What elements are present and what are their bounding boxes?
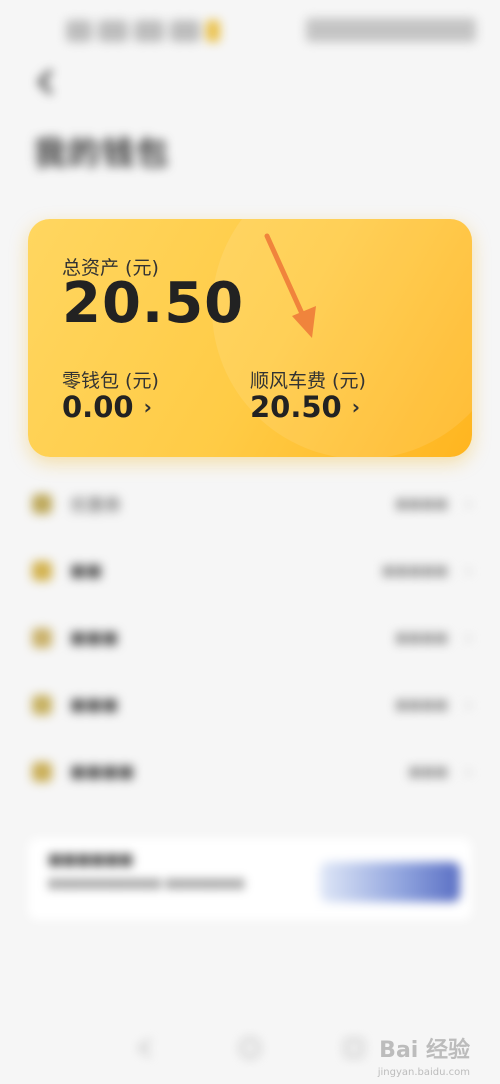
coupon-icon (32, 493, 52, 514)
list-item-label: ■■ (70, 560, 103, 581)
nav-home-icon[interactable] (238, 1036, 262, 1060)
chevron-right-icon: › (351, 395, 360, 419)
total-assets-value: 20.50 (62, 271, 245, 336)
wallet-menu-list: 优惠券 ■■■■ › ■■ ■■■■■ › ■■■ ■■■■ › ■■■ ■■■… (0, 470, 500, 805)
nav-recents-icon[interactable] (342, 1036, 366, 1060)
chevron-right-icon: › (465, 762, 472, 781)
list-item-value: ■■■■ (395, 495, 448, 512)
notification-icon (206, 20, 220, 42)
ride-fee-button[interactable]: 20.50 › (250, 390, 360, 424)
page-title: 我的钱包 (34, 134, 171, 172)
status-right-info (306, 18, 476, 42)
list-item-label: ■■■ (70, 627, 119, 648)
status-left-icons (66, 18, 226, 44)
list-item[interactable]: ■■■ ■■■■ › (0, 671, 500, 738)
list-item[interactable]: ■■■ ■■■■ › (0, 604, 500, 671)
watermark-logo: Bai 经验 (379, 1038, 470, 1063)
list-item-label: ■■■ (70, 694, 119, 715)
chevron-right-icon: › (465, 695, 472, 714)
list-item-label: 优惠券 (70, 496, 121, 516)
banner-subtitle: ■■■■■■■■■■ ■■■■■■■ (48, 876, 245, 890)
asset-card: 总资产 (元) 20.50 零钱包 (元) 0.00 › 顺风车费 (元) 20… (28, 219, 472, 457)
list-item[interactable]: ■■■■ ■■■ › (0, 738, 500, 805)
list-item-value: ■■■■ (395, 696, 448, 713)
card-icon (32, 627, 52, 648)
signal-icon (98, 20, 128, 42)
list-item[interactable]: ■■ ■■■■■ › (0, 537, 500, 604)
ride-fee-value: 20.50 (250, 390, 342, 424)
chevron-right-icon: › (465, 561, 472, 580)
gift-icon (32, 694, 52, 715)
chevron-right-icon: › (465, 628, 472, 647)
status-bar (0, 0, 500, 60)
wallet-balance-value: 0.00 (62, 390, 134, 424)
list-item-label: ■■■■ (70, 761, 135, 782)
signal-icon (66, 20, 92, 42)
list-item-value: ■■■■■ (381, 562, 448, 579)
ride-fee-label: 顺风车费 (元) (250, 370, 366, 392)
list-item[interactable]: 优惠券 ■■■■ › (0, 470, 500, 537)
back-button[interactable] (30, 64, 60, 100)
nav-back-icon[interactable] (134, 1036, 158, 1060)
service-icon (32, 761, 52, 782)
wallet-balance-button[interactable]: 0.00 › (62, 390, 152, 424)
network-icon (170, 20, 200, 42)
back-arrow-icon (38, 70, 52, 94)
promo-banner[interactable]: ■■■■■■ ■■■■■■■■■■ ■■■■■■■ (28, 838, 472, 920)
chevron-right-icon: › (143, 395, 152, 419)
banner-illustration (320, 862, 460, 902)
wallet-balance-label: 零钱包 (元) (62, 370, 159, 392)
list-item-value: ■■■ (408, 763, 448, 780)
wallet-icon (32, 560, 52, 581)
wifi-icon (134, 20, 164, 42)
watermark-url: jingyan.baidu.com (377, 1067, 470, 1078)
wallet-page: 我的钱包 总资产 (元) 20.50 零钱包 (元) 0.00 › 顺风车费 (… (0, 0, 500, 1084)
banner-title: ■■■■■■ (48, 850, 134, 868)
chevron-right-icon: › (465, 494, 472, 513)
list-item-value: ■■■■ (395, 629, 448, 646)
